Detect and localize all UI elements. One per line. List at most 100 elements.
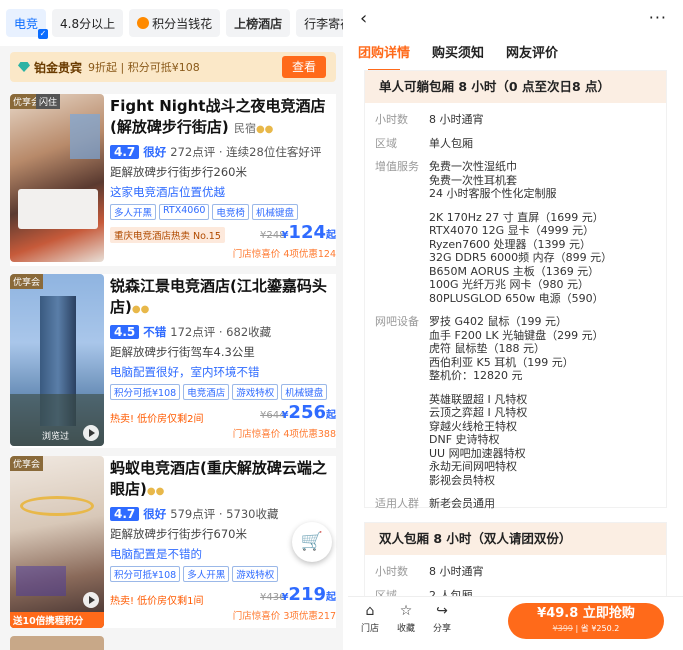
package-title: 双人包厢 8 小时（双人请团双份） bbox=[365, 523, 666, 555]
store-label: 门店 bbox=[360, 624, 379, 634]
detail-value-line: 单人包厢 bbox=[429, 136, 473, 150]
tab-deal-detail[interactable]: 团购详情 bbox=[358, 42, 410, 71]
store-icon: ⌂ bbox=[365, 603, 375, 619]
hotel-photo[interactable]: 优享会 送10倍携程积分 bbox=[10, 456, 104, 628]
filter-esports[interactable]: 电竞 ✓ bbox=[6, 9, 49, 39]
filter-label: 电竞 bbox=[14, 16, 39, 31]
hotel-photo[interactable]: 优享会 闪住 bbox=[10, 94, 104, 262]
play-icon[interactable] bbox=[83, 425, 99, 441]
detail-value-line: 永劫无间网吧特权 bbox=[429, 460, 517, 473]
filter-points[interactable]: 积分当钱花 bbox=[129, 9, 221, 37]
deal-detail-panel: ‹ ··· 团购详情 购买须知 网友评价 单人可躺包厢 8 小时（0 点至次日8… bbox=[348, 0, 683, 650]
feature-tags: 积分可抵¥108 电竞酒店 游戏特权 机械键盘 bbox=[110, 384, 336, 400]
package-1: 单人可躺包厢 8 小时（0 点至次日8 点） 小时数 8 小时通宵 区域 单人包厢 增值… bbox=[364, 70, 667, 511]
hotel-info: Fight Night战斗之夜电竞酒店(解放碑步行街店) 民宿●● 4.7 很好 2… bbox=[110, 96, 336, 260]
tab-purchase-notes[interactable]: 购买须知 bbox=[432, 42, 484, 68]
hotel-card[interactable]: 优享会 闪住 Fight Night战斗之夜电竞酒店(解放碑步行街店) 民宿●●… bbox=[10, 94, 336, 266]
detail-key: 适用人群 bbox=[375, 497, 419, 510]
filter-top-hotels[interactable]: 上榜酒店 bbox=[226, 9, 291, 37]
buy-original-price: ¥399 bbox=[552, 624, 574, 633]
promo-text: 门店惊喜价 3项优惠217 bbox=[232, 611, 336, 622]
filter-luggage[interactable]: 行李寄存 bbox=[296, 9, 343, 37]
review-stats: 172点评 · 682收藏 bbox=[170, 325, 272, 339]
filter-rating[interactable]: 4.8分以上 bbox=[52, 9, 124, 37]
play-icon[interactable] bbox=[83, 592, 99, 608]
rating-level: 很好 bbox=[143, 507, 167, 521]
detail-values: 罗技 G402 鼠标（199 元） 血手 F200 LK 光轴键盘（299 元）虎… bbox=[429, 315, 604, 383]
filter-label: 上榜酒店 bbox=[234, 16, 283, 31]
feature-tag: 多人开黑 bbox=[183, 566, 230, 582]
buy-price-label: ¥49.8 立即抢购 bbox=[537, 606, 635, 621]
price-row: 重庆电竞酒店热卖 No.15 ¥248 ¥124起 bbox=[110, 222, 336, 244]
feature-tag: 多人开黑 bbox=[110, 204, 157, 220]
rating-level: 很好 bbox=[143, 145, 167, 159]
rating-score: 4.5 bbox=[110, 325, 140, 339]
member-benefits: 9折起 | 积分可抵¥108 bbox=[88, 61, 200, 74]
detail-values: 英雄联盟超 I 凡特权 云顶之弈超 I 凡特权 穿越火线枪王特权 DNF 史诗特权 UU… bbox=[429, 393, 527, 488]
detail-values: 单人包厢 bbox=[429, 137, 473, 151]
hotel-name[interactable]: 蚂蚁电竞酒店(重庆解放碑云端之眼店)●● bbox=[110, 458, 336, 502]
feature-tag: 积分可抵¥108 bbox=[110, 566, 181, 582]
detail-value-line: 西伯利亚 K5 耳机（199 元） bbox=[429, 355, 574, 369]
hotel-name[interactable]: 锐森江景电竞酒店(江北鎏嘉码头店)●● bbox=[110, 276, 336, 320]
detail-value-line: 8 小时通宵 bbox=[429, 113, 484, 126]
hotel-list-panel: 电竞✓ 4.8分以上 积分当钱花 上榜酒店 行李寄存 铂金贵宾 9折起 | 积分… bbox=[0, 0, 343, 650]
detail-values: 新老会员通用 bbox=[429, 497, 495, 511]
detail-value-line: 虎符 鼠标垫（188 元） bbox=[429, 342, 545, 355]
hotel-card[interactable]: 优享会 送10倍携程积分 蚂蚁电竞酒店(重庆解放碑云端之眼店)●● 4.7 很好 5… bbox=[10, 456, 336, 628]
detail-row: 网吧设备 罗技 G402 鼠标（199 元） 血手 F200 LK 光轴键盘（299… bbox=[365, 315, 666, 383]
price-row: 热卖! 低价房仅剩1间 ¥436 ¥219起 bbox=[110, 584, 336, 607]
distance: 距解放碑步行街步行260米 bbox=[110, 165, 247, 179]
more-icon[interactable]: ··· bbox=[649, 8, 667, 27]
next-hotel-photo bbox=[10, 636, 104, 650]
back-icon[interactable]: ‹ bbox=[360, 8, 367, 29]
feature-tag: 机械键盘 bbox=[281, 384, 328, 400]
store-button[interactable]: ⌂ 门店 bbox=[352, 603, 388, 634]
share-button[interactable]: ↪ 分享 bbox=[424, 603, 460, 634]
detail-value-line: 罗技 G402 鼠标（199 元） bbox=[429, 315, 568, 328]
detail-row: 英雄联盟超 I 凡特权 云顶之弈超 I 凡特权 穿越火线枪王特权 DNF 史诗特权 UU… bbox=[365, 393, 666, 488]
cart-icon: 🛒 bbox=[300, 531, 324, 552]
detail-key: 区域 bbox=[375, 136, 397, 150]
hotel-name[interactable]: Fight Night战斗之夜电竞酒店(解放碑步行街店) 民宿●● bbox=[110, 96, 336, 140]
distance: 距解放碑步行街驾车4.3公里 bbox=[110, 345, 255, 359]
detail-values: 8 小时通宵 bbox=[429, 565, 484, 579]
current-price: ¥256起 bbox=[281, 402, 336, 423]
detail-value-line: UU 网吧加速器特权 bbox=[429, 446, 526, 460]
filter-label: 积分当钱花 bbox=[152, 16, 213, 31]
share-label: 分享 bbox=[432, 624, 451, 634]
bottom-bar: ⌂ 门店 ☆ 收藏 ↪ 分享 ¥49.8 立即抢购 ¥399 | 省 ¥250.2 bbox=[348, 596, 683, 650]
detail-row: 小时数 8 小时通宵 bbox=[365, 113, 666, 127]
current-price: ¥219起 bbox=[281, 584, 336, 605]
feature-tag: 游戏特权 bbox=[232, 566, 279, 582]
detail-value-line: 整机价：12820 元 bbox=[429, 369, 523, 382]
hotel-photo[interactable]: 优享会 浏览过 bbox=[10, 274, 104, 446]
review-stats: 272点评 · 连续28位住客好评 bbox=[170, 145, 322, 159]
feature-tag: 机械键盘 bbox=[251, 204, 298, 220]
hotel-card[interactable]: 优享会 浏览过 锐森江景电竞酒店(江北鎏嘉码头店)●● 4.5 不错 172点评 ·… bbox=[10, 274, 336, 448]
detail-value-line: 云顶之弈超 I 凡特权 bbox=[429, 406, 528, 419]
detail-values: 8 小时通宵 bbox=[429, 113, 484, 127]
buy-now-button[interactable]: ¥49.8 立即抢购 ¥399 | 省 ¥250.2 bbox=[508, 603, 664, 639]
cart-button[interactable]: 🛒 bbox=[292, 522, 332, 562]
price-value: 256 bbox=[288, 402, 326, 423]
detail-row: 2K 170Hz 27 寸 直屏（1699 元） RTX4070 12G 显卡（4… bbox=[365, 211, 666, 306]
price-value: 124 bbox=[288, 222, 326, 243]
detail-row: 区域 单人包厢 bbox=[365, 137, 666, 151]
filter-label: 4.8分以上 bbox=[60, 16, 116, 31]
hotel-info: 锐森江景电竞酒店(江北鎏嘉码头店)●● 4.5 不错 172点评 · 682收藏 距… bbox=[110, 276, 336, 440]
detail-value-line: 32G DDR5 6000频 内存（899 元） bbox=[429, 251, 613, 264]
view-member-button[interactable]: 查看 bbox=[281, 56, 326, 78]
highlight: 这家电竞酒店位置优越 bbox=[110, 185, 225, 199]
tab-reviews[interactable]: 网友评价 bbox=[506, 42, 558, 68]
favorite-button[interactable]: ☆ 收藏 bbox=[388, 603, 424, 634]
detail-value-line: DNF 史诗特权 bbox=[429, 433, 500, 446]
filter-label: 行李寄存 bbox=[304, 16, 343, 31]
detail-value-line: 100G 光纤万兆 网卡（980 元） bbox=[429, 278, 590, 291]
detail-value-line: 免费一次性湿纸巾 bbox=[429, 160, 517, 173]
detail-row: 适用人群 新老会员通用 bbox=[365, 497, 666, 511]
diamond-rating-icon: ●● bbox=[255, 124, 274, 135]
detail-value-line: 影视会员特权 bbox=[429, 473, 495, 487]
check-icon: ✓ bbox=[38, 29, 49, 39]
rank-badge: 重庆电竞酒店热卖 No.15 bbox=[110, 227, 225, 243]
